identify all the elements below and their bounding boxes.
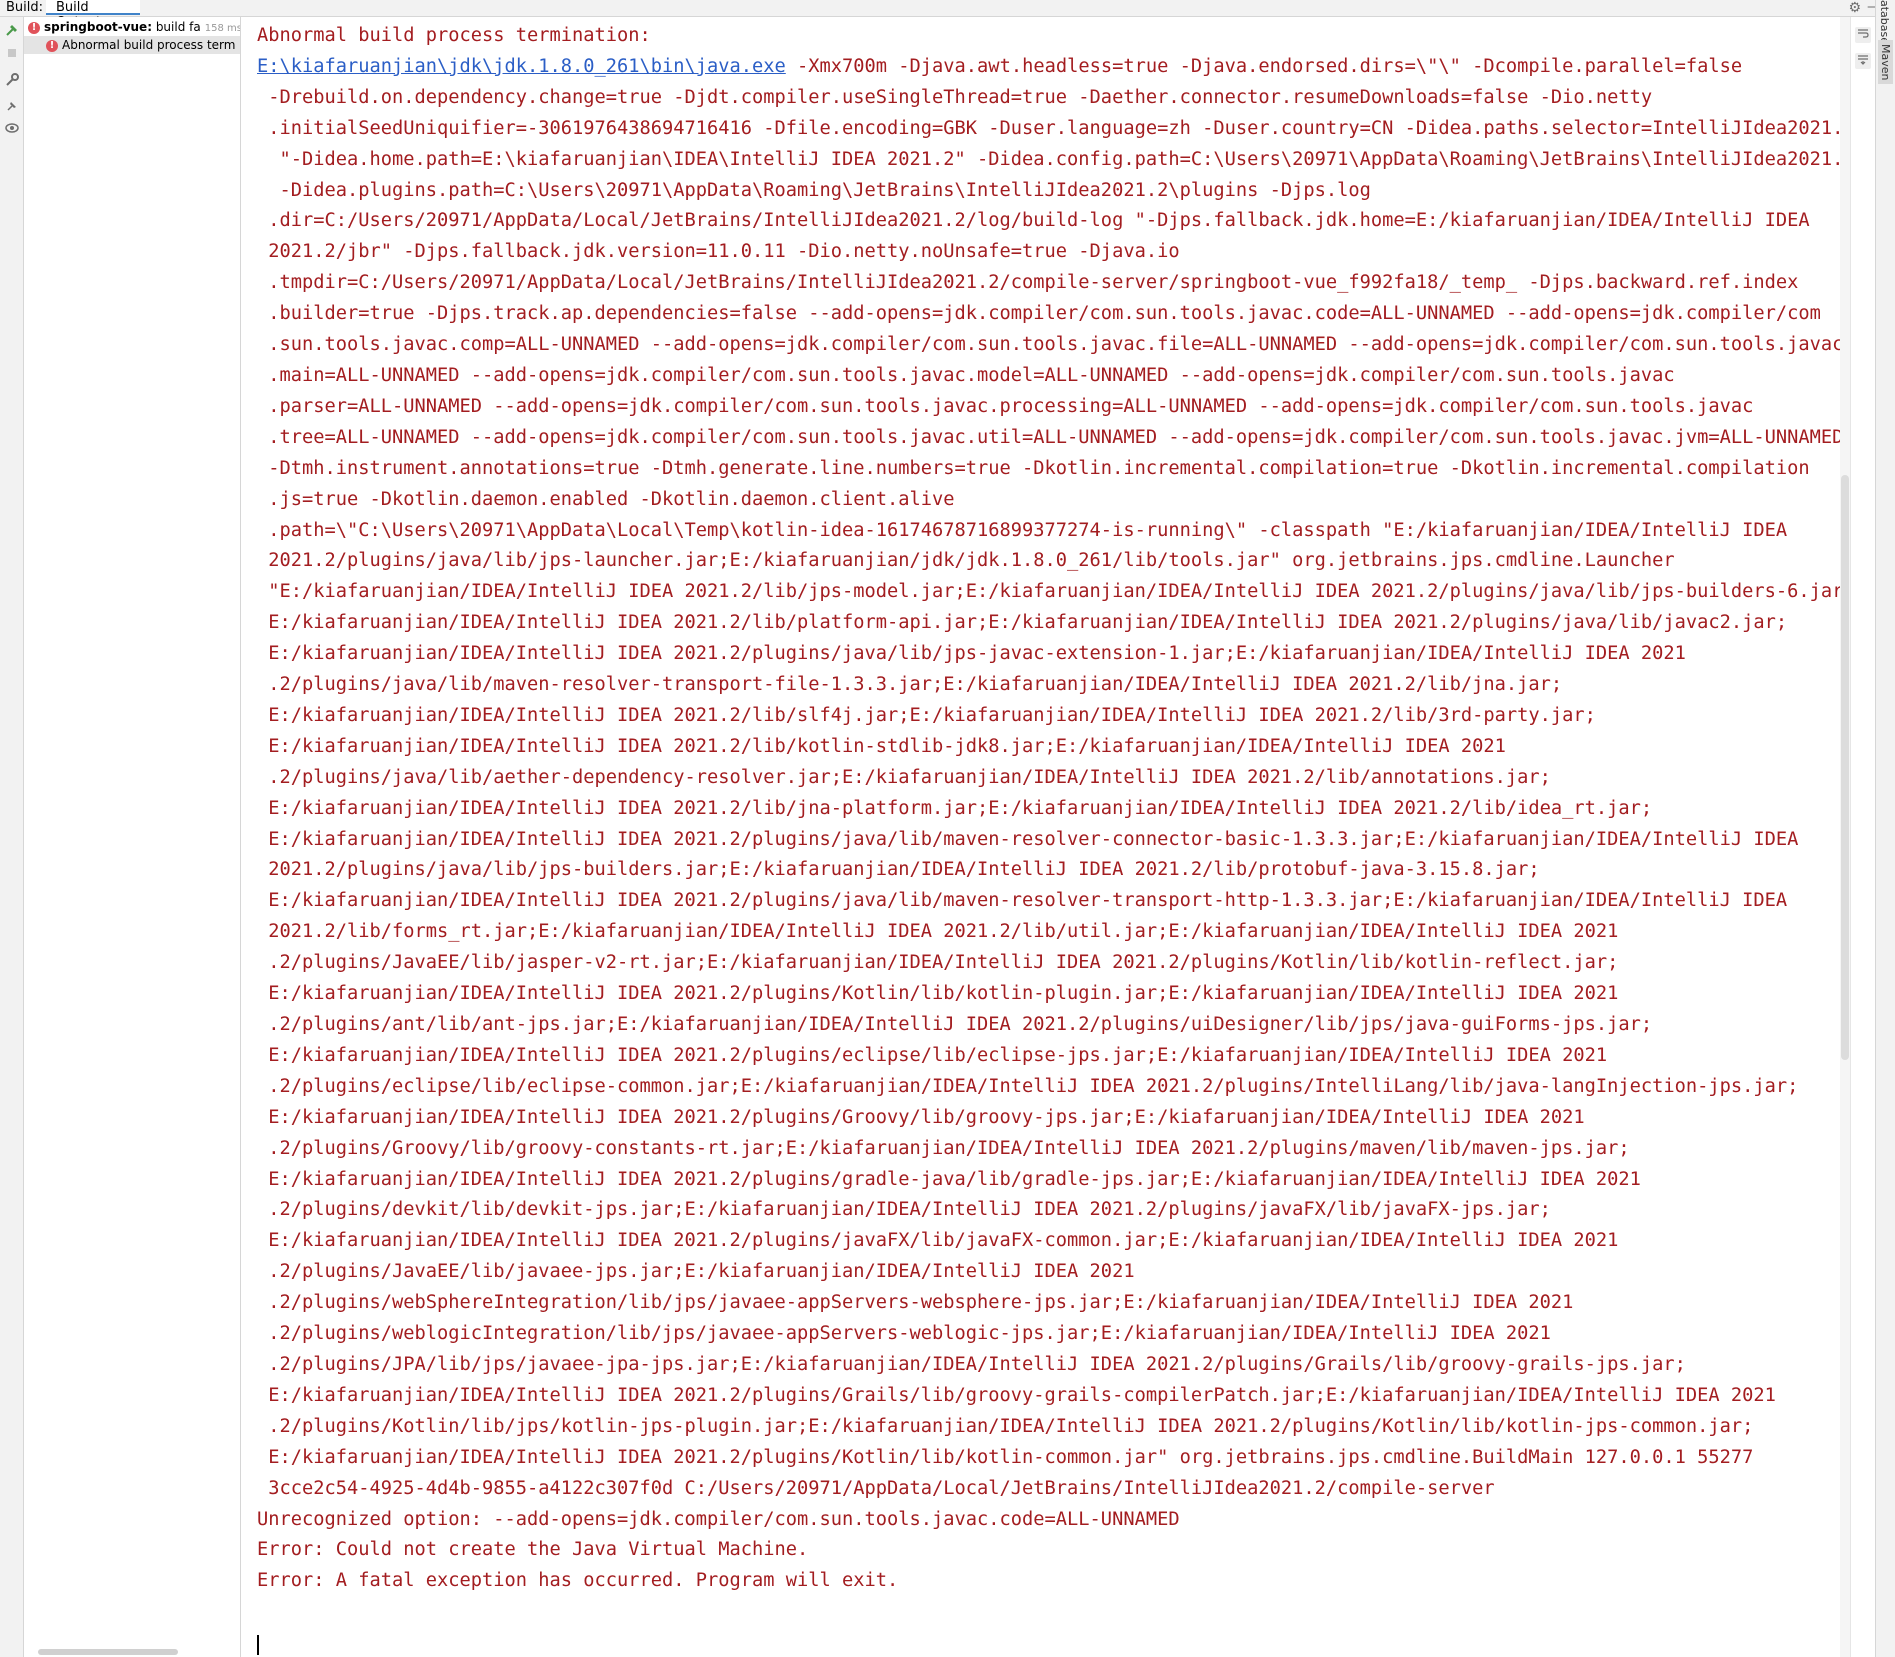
error-icon: ! — [46, 39, 58, 52]
text-caret — [257, 1635, 259, 1655]
console-line: E:/kiafaruanjian/IDEA/IntelliJ IDEA 2021… — [257, 1106, 1585, 1128]
build-toolwindow-header: Build: Build Output× ⚙ — — [0, 0, 1895, 30]
wrench-icon[interactable] — [4, 73, 20, 89]
console-line: -Didea.plugins.path=C:\Users\20971\AppDa… — [257, 179, 1371, 201]
scroll-to-end-icon[interactable] — [1855, 53, 1871, 69]
console-line: .main=ALL-UNNAMED --add-opens=jdk.compil… — [257, 364, 1675, 386]
console-line: Error: A fatal exception has occurred. P… — [257, 1570, 899, 1592]
console-line: E:/kiafaruanjian/IDEA/IntelliJ IDEA 2021… — [257, 1230, 1619, 1252]
console-line: .2/plugins/Kotlin/lib/jps/kotlin-jps-plu… — [257, 1415, 1754, 1437]
console-line: -Drebuild.on.dependency.change=true -Djd… — [257, 86, 1653, 108]
console-line: Unrecognized option: --add-opens=jdk.com… — [257, 1508, 1180, 1530]
console-line: .2/plugins/webSphereIntegration/lib/jps/… — [257, 1292, 1574, 1314]
console-line: E:/kiafaruanjian/IDEA/IntelliJ IDEA 2021… — [257, 735, 1506, 757]
tree-row-project[interactable]: ! springboot-vue: build fa 158 ms — [28, 18, 241, 36]
console-line: .dir=C:/Users/20971/AppData/Local/JetBra… — [257, 210, 1810, 232]
console-lines: -Drebuild.on.dependency.change=true -Djd… — [257, 87, 1840, 1592]
build-time: 158 ms — [204, 23, 241, 34]
error-icon: ! — [28, 21, 40, 34]
error-message-short: Abnormal build process term — [62, 38, 236, 52]
console-line: E:/kiafaruanjian/IDEA/IntelliJ IDEA 2021… — [257, 797, 1653, 819]
console-line: "E:/kiafaruanjian/IDEA/IntelliJ IDEA 202… — [257, 581, 1840, 603]
console-line: E:/kiafaruanjian/IDEA/IntelliJ IDEA 2021… — [257, 828, 1799, 850]
console-line: E:/kiafaruanjian/IDEA/IntelliJ IDEA 2021… — [257, 612, 1788, 634]
build-label: Build: — [6, 0, 44, 15]
console-line: E:/kiafaruanjian/IDEA/IntelliJ IDEA 2021… — [257, 704, 1596, 726]
console-line: .initialSeedUniquifier=-3061976438694716… — [257, 117, 1840, 139]
console-line: E:/kiafaruanjian/IDEA/IntelliJ IDEA 2021… — [257, 1446, 1754, 1468]
console-line: .2/plugins/weblogicIntegration/lib/jps/j… — [257, 1323, 1551, 1345]
console-line: .2/plugins/JPA/lib/jps/javaee-jpa-jps.ja… — [257, 1353, 1686, 1375]
maven-tool-label[interactable]: Maven — [1878, 40, 1893, 85]
console-text: Abnormal build process termination: E:\k… — [257, 21, 1840, 1597]
project-name: springboot-vue: — [44, 20, 152, 34]
build-tree: ! springboot-vue: build fa 158 ms ! Abnorma… — [24, 17, 241, 1657]
console-line: .2/plugins/ant/lib/ant-jps.jar;E:/kiafar… — [257, 1014, 1653, 1035]
console-line: .parser=ALL-UNNAMED --add-opens=jdk.comp… — [257, 395, 1754, 417]
console-line: .2/plugins/java/lib/maven-resolver-trans… — [257, 674, 1563, 696]
eye-icon[interactable] — [4, 121, 20, 137]
console-line: E:/kiafaruanjian/IDEA/IntelliJ IDEA 2021… — [257, 1384, 1776, 1406]
console-line: .2/plugins/JavaEE/lib/javaee-jps.jar;E:/… — [257, 1261, 1135, 1283]
console-line: E:/kiafaruanjian/IDEA/IntelliJ IDEA 2021… — [257, 983, 1619, 1005]
console-line: 2021.2/plugins/java/lib/jps-builders.jar… — [257, 859, 1540, 881]
console-line: "-Didea.home.path=E:\kiafaruanjian\IDEA\… — [257, 148, 1841, 170]
build-status: build fa — [152, 20, 201, 34]
pin-icon[interactable] — [4, 99, 20, 115]
console-line: 3cce2c54-4925-4d4b-9855-a4122c307f0d C:/… — [257, 1477, 1495, 1499]
console-header: Abnormal build process termination: — [257, 25, 651, 46]
rebuild-hammer-icon[interactable] — [4, 23, 20, 39]
gear-icon[interactable]: ⚙ — [1848, 0, 1861, 16]
console-line: E:/kiafaruanjian/IDEA/IntelliJ IDEA 2021… — [257, 1044, 1608, 1066]
console-line: .2/plugins/eclipse/lib/eclipse-common.ja… — [257, 1075, 1799, 1097]
console-scrollbar-thumb[interactable] — [1841, 475, 1849, 1060]
console-line: E:/kiafaruanjian/IDEA/IntelliJ IDEA 2021… — [257, 890, 1788, 912]
console-line: E:/kiafaruanjian/IDEA/IntelliJ IDEA 2021… — [257, 643, 1686, 665]
console-line: 2021.2/jbr" -Djps.fallback.jdk.version=1… — [257, 241, 1180, 263]
console-line: .tree=ALL-UNNAMED --add-opens=jdk.compil… — [257, 426, 1840, 448]
console-line: .tmpdir=C:/Users/20971/AppData/Local/Jet… — [257, 272, 1799, 294]
stop-icon[interactable] — [4, 47, 20, 63]
console-line: 2021.2/plugins/java/lib/jps-launcher.jar… — [257, 550, 1675, 572]
java-exe-link[interactable]: E:\kiafaruanjian\jdk\jdk.1.8.0_261\bin\j… — [257, 56, 786, 77]
console-line: 2021.2/lib/forms_rt.jar;E:/kiafaruanjian… — [257, 921, 1619, 943]
console-line: .2/plugins/devkit/lib/devkit-jps.jar;E:/… — [257, 1199, 1551, 1221]
soft-wrap-icon[interactable] — [1855, 27, 1871, 43]
console-line: -Xmx700m -Djava.awt.headless=true -Djava… — [785, 55, 1743, 77]
console-line: E:/kiafaruanjian/IDEA/IntelliJ IDEA 2021… — [257, 1168, 1641, 1190]
tree-row-error[interactable]: ! Abnormal build process term — [24, 36, 240, 54]
console-line: .2/plugins/JavaEE/lib/jasper-v2-rt.jar;E… — [257, 952, 1619, 974]
console-line: .path=\"C:\Users\20971\AppData\Local\Tem… — [257, 519, 1788, 541]
console-line: .js=true -Dkotlin.daemon.enabled -Dkotli… — [257, 488, 955, 510]
right-side-strip: atabase Maven — [1875, 0, 1895, 1657]
console-line: -Dtmh.instrument.annotations=true -Dtmh.… — [257, 457, 1810, 479]
console-actions-gutter — [1850, 17, 1876, 1657]
console-line: .2/plugins/java/lib/aether-dependency-re… — [257, 766, 1551, 788]
console-line: .2/plugins/Groovy/lib/groovy-constants-r… — [257, 1137, 1630, 1159]
console-line: .sun.tools.javac.comp=ALL-UNNAMED --add-… — [257, 334, 1840, 356]
tab-build-output[interactable]: Build Output× — [46, 0, 140, 30]
left-toolbar — [0, 17, 24, 1657]
build-console-output[interactable]: Abnormal build process termination: E:\k… — [241, 17, 1840, 1657]
console-line: Error: Could not create the Java Virtual… — [257, 1539, 809, 1561]
tree-horizontal-scrollbar[interactable] — [38, 1649, 178, 1655]
console-line: .builder=true -Djps.track.ap.dependencie… — [257, 303, 1821, 325]
database-tool-label[interactable]: atabase — [1878, 0, 1891, 44]
